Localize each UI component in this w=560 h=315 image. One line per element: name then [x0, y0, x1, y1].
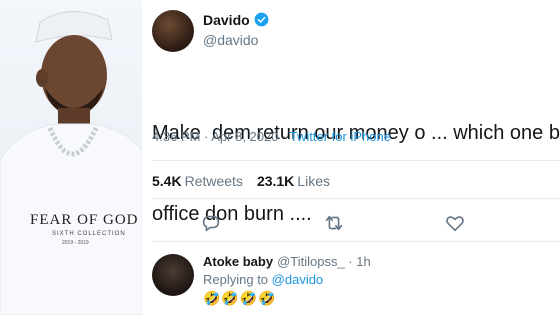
tweet-source-link[interactable]: Twitter for iPhone [290, 129, 391, 144]
profile-photo: FEAR OF GOD SIXTH COLLECTION 2019 - 2019 [0, 0, 142, 315]
divider [152, 160, 560, 161]
reply-author-handle[interactable]: @Titilopss_ · 1h [277, 254, 371, 269]
author-avatar[interactable] [152, 10, 194, 52]
retweet-icon[interactable] [323, 212, 345, 234]
shirt-years: 2019 - 2019 [62, 240, 89, 246]
likes-stat[interactable]: 23.1K Likes [257, 173, 330, 189]
likes-label: Likes [297, 173, 330, 189]
tweet-meta: 4:36 PM · Apr 8, 2020 · Twitter for iPho… [152, 129, 391, 144]
tweet-card: Davido @davido Make dem return our money… [142, 0, 560, 315]
reply-text: 🤣🤣🤣🤣 [203, 290, 277, 306]
author-name[interactable]: Davido [203, 12, 250, 28]
verified-badge-icon [254, 12, 269, 27]
retweets-label: Retweets [184, 173, 243, 189]
reply-tweet[interactable]: Atoke baby @Titilopss_ · 1h Replying to @… [142, 242, 560, 315]
reply-author-name[interactable]: Atoke baby [203, 254, 273, 269]
likes-count: 23.1K [256, 173, 295, 189]
shirt-subtitle: SIXTH COLLECTION [52, 231, 126, 237]
replying-to: Replying to @davido [203, 272, 323, 287]
reply-icon[interactable] [200, 212, 222, 234]
author-handle[interactable]: @davido [203, 32, 258, 48]
replying-label: Replying to [203, 272, 272, 287]
reply-avatar[interactable] [152, 254, 194, 296]
retweets-count: 5.4K [152, 173, 182, 189]
like-heart-icon[interactable] [444, 212, 466, 234]
divider [152, 198, 560, 199]
shirt-brand: FEAR OF GOD [30, 212, 139, 228]
replying-mention-link[interactable]: @davido [272, 272, 324, 287]
retweets-stat[interactable]: 5.4K Retweets [152, 173, 243, 189]
reply-header: Atoke baby @Titilopss_ · 1h [203, 254, 371, 269]
tweet-stats: 5.4K Retweets 23.1K Likes [152, 173, 330, 189]
tweet-timestamp[interactable]: 4:36 PM · Apr 8, 2020 · [152, 129, 290, 144]
